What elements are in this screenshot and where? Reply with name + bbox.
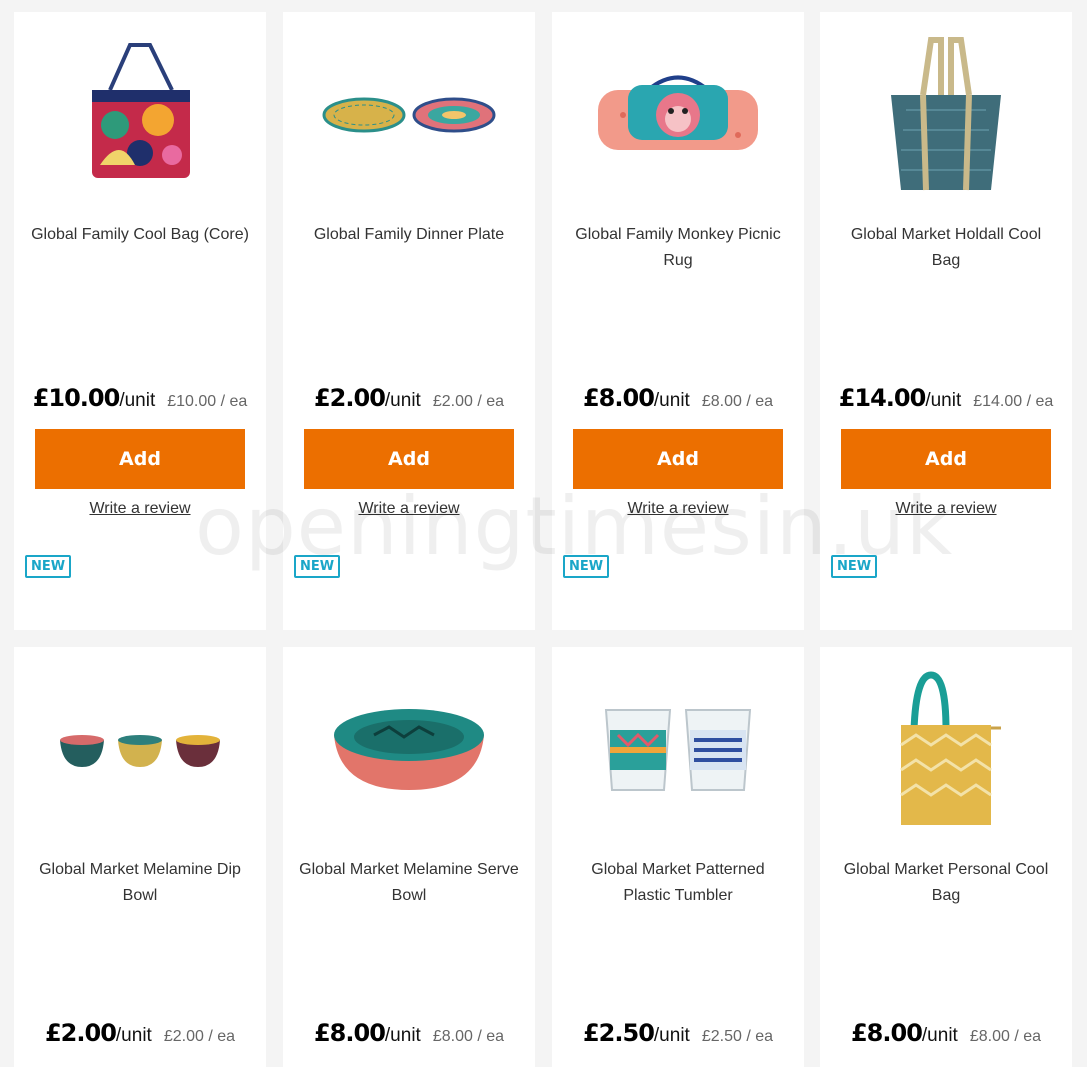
price: £8.00 (582, 384, 655, 412)
tumblers-image[interactable] (552, 665, 804, 835)
price-per-each: £2.00 / ea (432, 393, 504, 410)
product-card: Global Market Holdall Cool Bag £14.00/un… (820, 12, 1072, 630)
product-title[interactable]: Global Family Dinner Plate (299, 222, 519, 248)
price: £14.00 (838, 384, 927, 412)
new-badge: NEW (563, 555, 610, 578)
dip-bowls-image[interactable] (14, 665, 266, 835)
price-unit: /unit (653, 1025, 690, 1046)
write-review-link[interactable]: Write a review (820, 500, 1072, 518)
price-per-each: £14.00 / ea (973, 393, 1054, 410)
price-row: £8.00/unit £8.00 / ea (283, 1019, 535, 1047)
serve-bowl-image[interactable] (283, 665, 535, 835)
product-card: Global Family Monkey Picnic Rug £8.00/un… (552, 12, 804, 630)
product-card: Global Market Melamine Dip Bowl £2.00/un… (14, 647, 266, 1067)
price: £8.00 (850, 1019, 923, 1047)
write-review-link[interactable]: Write a review (552, 500, 804, 518)
price-unit: /unit (925, 390, 962, 411)
price-per-each: £8.00 / ea (701, 393, 773, 410)
monkey-picnic-rug-image[interactable] (552, 30, 804, 200)
price-row: £8.00/unit £8.00 / ea (552, 384, 804, 412)
product-title[interactable]: Global Family Monkey Picnic Rug (568, 222, 788, 274)
price-row: £8.00/unit £8.00 / ea (820, 1019, 1072, 1047)
dinner-plates-image[interactable] (283, 30, 535, 200)
holdall-cool-bag-image[interactable] (820, 30, 1072, 200)
price-unit: /unit (653, 390, 690, 411)
product-title[interactable]: Global Market Patterned Plastic Tumbler (568, 857, 788, 909)
price-row: £2.00/unit £2.00 / ea (283, 384, 535, 412)
floral-cool-bag-image[interactable] (14, 30, 266, 200)
price-per-each: £2.00 / ea (163, 1028, 235, 1045)
product-title[interactable]: Global Family Cool Bag (Core) (30, 222, 250, 248)
add-button[interactable]: Add (304, 429, 514, 489)
add-button[interactable]: Add (35, 429, 245, 489)
new-badge: NEW (831, 555, 878, 578)
price: £2.00 (313, 384, 386, 412)
price-row: £14.00/unit £14.00 / ea (820, 384, 1072, 412)
new-badge: NEW (294, 555, 341, 578)
product-card: Global Market Melamine Serve Bowl £8.00/… (283, 647, 535, 1067)
personal-cool-bag-image[interactable] (820, 665, 1072, 835)
price: £8.00 (313, 1019, 386, 1047)
product-card: Global Family Cool Bag (Core) £10.00/uni… (14, 12, 266, 630)
new-badge: NEW (25, 555, 72, 578)
add-button[interactable]: Add (841, 429, 1051, 489)
price: £10.00 (32, 384, 121, 412)
price: £2.50 (582, 1019, 655, 1047)
price-per-each: £8.00 / ea (432, 1028, 504, 1045)
product-title[interactable]: Global Market Melamine Dip Bowl (30, 857, 250, 909)
product-card: Global Market Patterned Plastic Tumbler … (552, 647, 804, 1067)
product-grid: Global Family Cool Bag (Core) £10.00/uni… (0, 0, 1087, 1067)
product-title[interactable]: Global Market Melamine Serve Bowl (299, 857, 519, 909)
price-unit: /unit (384, 1025, 421, 1046)
write-review-link[interactable]: Write a review (14, 500, 266, 518)
price-unit: /unit (384, 390, 421, 411)
price-unit: /unit (119, 390, 156, 411)
add-button[interactable]: Add (573, 429, 783, 489)
product-card: Global Market Personal Cool Bag £8.00/un… (820, 647, 1072, 1067)
price-row: £2.00/unit £2.00 / ea (14, 1019, 266, 1047)
product-card: Global Family Dinner Plate £2.00/unit £2.… (283, 12, 535, 630)
price-row: £10.00/unit £10.00 / ea (14, 384, 266, 412)
price: £2.00 (44, 1019, 117, 1047)
price-per-each: £10.00 / ea (167, 393, 248, 410)
price-per-each: £8.00 / ea (969, 1028, 1041, 1045)
write-review-link[interactable]: Write a review (283, 500, 535, 518)
price-per-each: £2.50 / ea (701, 1028, 773, 1045)
price-unit: /unit (115, 1025, 152, 1046)
price-unit: /unit (921, 1025, 958, 1046)
product-title[interactable]: Global Market Holdall Cool Bag (836, 222, 1056, 274)
price-row: £2.50/unit £2.50 / ea (552, 1019, 804, 1047)
product-title[interactable]: Global Market Personal Cool Bag (836, 857, 1056, 909)
